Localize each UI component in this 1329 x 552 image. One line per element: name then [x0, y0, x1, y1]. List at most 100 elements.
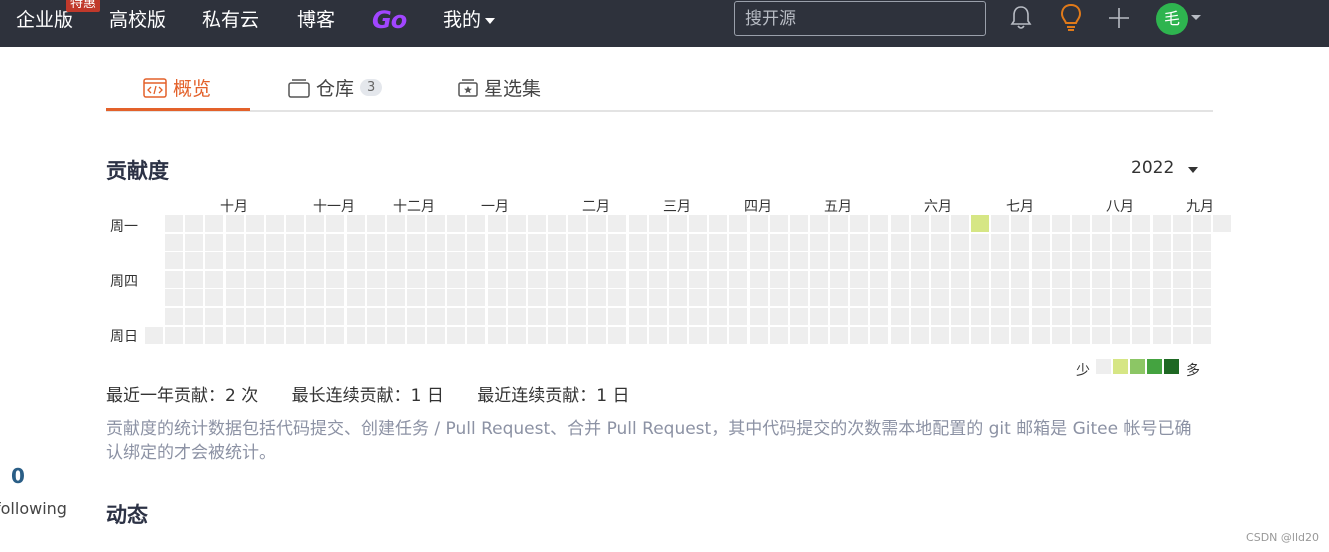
contribution-cell[interactable]	[1112, 289, 1130, 306]
contribution-cell[interactable]	[1132, 271, 1150, 288]
contribution-cell[interactable]	[568, 289, 586, 306]
contribution-cell[interactable]	[709, 252, 727, 269]
contribution-cell[interactable]	[790, 215, 808, 232]
contribution-cell[interactable]	[548, 215, 566, 232]
contribution-cell[interactable]	[689, 289, 707, 306]
contribution-cell[interactable]	[347, 289, 365, 306]
contribution-cell[interactable]	[1011, 271, 1029, 288]
contribution-cell[interactable]	[427, 289, 445, 306]
contribution-cell[interactable]	[991, 252, 1009, 269]
contribution-cell[interactable]	[588, 308, 606, 325]
contribution-cell[interactable]	[185, 252, 203, 269]
following-label[interactable]: following	[0, 499, 67, 518]
contribution-cell[interactable]	[830, 215, 848, 232]
contribution-cell[interactable]	[669, 271, 687, 288]
contribution-cell[interactable]	[326, 289, 344, 306]
contribution-cell[interactable]	[205, 289, 223, 306]
contribution-cell[interactable]	[286, 271, 304, 288]
contribution-cell[interactable]	[608, 327, 626, 344]
contribution-cell[interactable]	[729, 215, 747, 232]
contribution-cell[interactable]	[407, 271, 425, 288]
contribution-cell[interactable]	[750, 327, 768, 344]
contribution-cell[interactable]	[1112, 215, 1130, 232]
contribution-cell[interactable]	[991, 234, 1009, 251]
avatar[interactable]: 毛	[1156, 3, 1188, 35]
contribution-cell[interactable]	[568, 234, 586, 251]
contribution-cell[interactable]	[226, 234, 244, 251]
contribution-cell[interactable]	[1072, 308, 1090, 325]
contribution-cell[interactable]	[347, 308, 365, 325]
contribution-cell[interactable]	[1011, 308, 1029, 325]
contribution-cell[interactable]	[1011, 289, 1029, 306]
contribution-cell[interactable]	[1112, 234, 1130, 251]
contribution-cell[interactable]	[367, 308, 385, 325]
contribution-cell[interactable]	[1072, 289, 1090, 306]
contribution-cell[interactable]	[1153, 252, 1171, 269]
contribution-cell[interactable]	[528, 327, 546, 344]
contribution-cell[interactable]	[286, 327, 304, 344]
contribution-cell[interactable]	[1173, 234, 1191, 251]
contribution-cell[interactable]	[689, 234, 707, 251]
contribution-cell[interactable]	[326, 252, 344, 269]
go-logo-link[interactable]: Go	[372, 6, 407, 34]
contribution-cell[interactable]	[185, 271, 203, 288]
contribution-cell[interactable]	[508, 289, 526, 306]
contribution-cell[interactable]	[689, 252, 707, 269]
contribution-cell[interactable]	[991, 327, 1009, 344]
contribution-cell[interactable]	[588, 215, 606, 232]
contribution-cell[interactable]	[588, 234, 606, 251]
contribution-cell[interactable]	[246, 215, 264, 232]
contribution-cell[interactable]	[427, 327, 445, 344]
contribution-cell[interactable]	[1193, 271, 1211, 288]
contribution-cell[interactable]	[850, 215, 868, 232]
nav-mine-menu[interactable]: 我的	[443, 8, 496, 32]
contribution-cell[interactable]	[447, 215, 465, 232]
contribution-cell[interactable]	[588, 271, 606, 288]
contribution-cell[interactable]	[951, 252, 969, 269]
contribution-cell[interactable]	[689, 271, 707, 288]
contribution-cell[interactable]	[286, 215, 304, 232]
contribution-cell[interactable]	[870, 215, 888, 232]
contribution-cell[interactable]	[467, 215, 485, 232]
contribution-cell[interactable]	[891, 215, 909, 232]
lightbulb-icon[interactable]	[1059, 3, 1083, 33]
contribution-cell[interactable]	[1032, 252, 1050, 269]
contribution-cell[interactable]	[548, 234, 566, 251]
contribution-cell[interactable]	[447, 308, 465, 325]
contribution-cell[interactable]	[1072, 234, 1090, 251]
contribution-cell[interactable]	[528, 252, 546, 269]
contribution-cell[interactable]	[528, 289, 546, 306]
contribution-cell[interactable]	[629, 271, 647, 288]
contribution-cell[interactable]	[185, 289, 203, 306]
contribution-cell[interactable]	[467, 308, 485, 325]
contribution-cell[interactable]	[991, 215, 1009, 232]
year-select[interactable]: 2022	[1131, 158, 1174, 178]
contribution-cell[interactable]	[205, 308, 223, 325]
contribution-cell[interactable]	[447, 289, 465, 306]
contribution-cell[interactable]	[1132, 289, 1150, 306]
contribution-cell[interactable]	[1193, 308, 1211, 325]
contribution-cell[interactable]	[407, 308, 425, 325]
contribution-cell[interactable]	[608, 215, 626, 232]
contribution-cell[interactable]	[266, 308, 284, 325]
contribution-cell[interactable]	[286, 234, 304, 251]
contribution-cell[interactable]	[387, 252, 405, 269]
contribution-cell[interactable]	[266, 215, 284, 232]
contribution-cell[interactable]	[911, 327, 929, 344]
contribution-cell[interactable]	[608, 252, 626, 269]
contribution-cell[interactable]	[1173, 215, 1191, 232]
contribution-cell[interactable]	[608, 234, 626, 251]
contribution-cell[interactable]	[246, 308, 264, 325]
tab-collections[interactable]: 星选集	[458, 74, 541, 101]
contribution-cell[interactable]	[548, 327, 566, 344]
contribution-cell[interactable]	[205, 215, 223, 232]
contribution-cell[interactable]	[387, 308, 405, 325]
contribution-cell[interactable]	[830, 289, 848, 306]
contribution-cell[interactable]	[226, 215, 244, 232]
contribution-cell[interactable]	[467, 327, 485, 344]
contribution-cell[interactable]	[810, 327, 828, 344]
contribution-cell[interactable]	[347, 327, 365, 344]
contribution-cell[interactable]	[770, 289, 788, 306]
contribution-cell[interactable]	[467, 289, 485, 306]
contribution-cell[interactable]	[467, 271, 485, 288]
